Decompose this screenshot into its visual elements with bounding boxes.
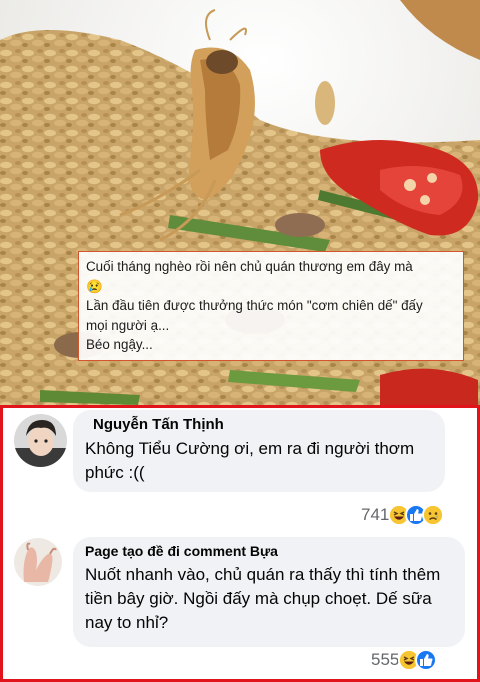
comments-section: Nguyễn Tấn Thịnh Không Tiểu Cường ơi, em… — [0, 405, 480, 682]
reaction-count: 741 — [361, 505, 390, 524]
avatar[interactable] — [14, 414, 67, 467]
user-photo-icon — [14, 414, 67, 467]
sad-icon — [422, 504, 445, 526]
comment-author[interactable]: Page tạo đề đi comment Bựa — [85, 543, 453, 559]
comment-bubble: Nguyễn Tấn Thịnh Không Tiểu Cường ơi, em… — [73, 410, 445, 492]
comment-text: Nuốt nhanh vào, chủ quán ra thấy thì tín… — [85, 565, 441, 632]
caption-line: Béo ngậy... — [86, 337, 153, 352]
reaction-count: 555 — [371, 650, 400, 669]
post-caption: Cuối tháng nghèo rồi nên chủ quán thương… — [78, 251, 464, 361]
like-icon — [415, 649, 438, 671]
caption-line: 😢 — [86, 278, 103, 294]
reaction-summary[interactable]: 741 — [361, 503, 445, 527]
page-logo-icon — [14, 538, 62, 586]
caption-line: Lần đầu tiên được thưởng thức món "cơm c… — [86, 298, 423, 313]
reaction-summary[interactable]: 555 — [371, 648, 438, 672]
food-photo: Cuối tháng nghèo rồi nên chủ quán thương… — [0, 0, 480, 408]
comment-text: Không Tiểu Cường ơi, em ra đi người thơm… — [85, 439, 415, 482]
comment-bubble: Page tạo đề đi comment Bựa Nuốt nhanh và… — [73, 537, 465, 647]
caption-line: Cuối tháng nghèo rồi nên chủ quán thương… — [86, 259, 413, 274]
comment-author[interactable]: Nguyễn Tấn Thịnh — [93, 416, 433, 433]
avatar[interactable] — [14, 538, 62, 586]
caption-line: mọi người ạ... — [86, 317, 170, 333]
